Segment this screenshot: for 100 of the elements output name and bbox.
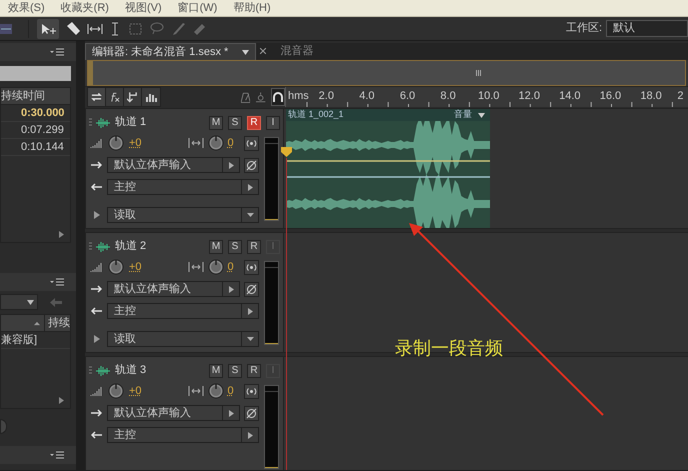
editor-tab[interactable]: 编辑器: 未命名混音 1.sesx * xyxy=(85,43,256,60)
knob[interactable] xyxy=(108,383,124,399)
caret-icon[interactable] xyxy=(228,410,235,416)
phase-invert-button[interactable] xyxy=(244,158,259,172)
caret-icon[interactable] xyxy=(228,286,235,292)
dropdown[interactable]: 读取 xyxy=(107,331,259,347)
knob[interactable] xyxy=(108,135,124,151)
editor-tab[interactable]: 混音器 xyxy=(274,43,320,60)
knob[interactable] xyxy=(208,135,224,151)
caret-icon[interactable] xyxy=(228,162,235,168)
caret-icon[interactable] xyxy=(247,212,254,218)
panel-menu-icon[interactable] xyxy=(50,278,64,286)
envelope-label[interactable]: 音量 xyxy=(454,108,472,122)
track-toggle-button[interactable]: R xyxy=(247,364,261,378)
pan-icon[interactable] xyxy=(188,262,204,272)
workspace-dropdown[interactable]: 默认 xyxy=(606,20,688,37)
playhead-marker-icon[interactable] xyxy=(281,147,292,157)
volume-value[interactable]: +0 xyxy=(129,134,142,152)
dropdown[interactable]: 读取 xyxy=(107,207,259,223)
dropdown[interactable]: 主控 xyxy=(107,303,259,319)
track-toggle-button[interactable]: M xyxy=(209,364,223,378)
output-arrow-icon[interactable] xyxy=(91,307,102,315)
volume-icon[interactable] xyxy=(90,386,104,396)
volume-icon[interactable] xyxy=(90,262,104,272)
dropdown-icon[interactable] xyxy=(478,112,485,118)
menu-item[interactable]: 视图(V) xyxy=(124,0,162,16)
menu-item[interactable]: 收藏夹(R) xyxy=(60,0,109,16)
scroll-right-icon[interactable] xyxy=(59,397,64,404)
pointer-icon[interactable] xyxy=(40,22,56,34)
menu-item[interactable]: 窗口(W) xyxy=(178,0,218,16)
caret-icon[interactable] xyxy=(247,336,254,342)
caret-icon[interactable] xyxy=(247,184,254,190)
dropdown-icon[interactable] xyxy=(242,50,250,54)
caret-icon[interactable] xyxy=(247,308,254,314)
pan-icon[interactable] xyxy=(188,138,204,148)
bars-icon[interactable] xyxy=(142,88,160,106)
track-name[interactable]: 轨道 2 xyxy=(115,238,146,255)
panel-menu-icon[interactable] xyxy=(50,451,64,459)
metronome-icon[interactable] xyxy=(241,90,250,104)
track-name[interactable]: 轨道 1 xyxy=(115,114,146,131)
track-toggle-button[interactable]: I xyxy=(266,116,280,130)
column-header[interactable]: 持续时间 xyxy=(1,88,70,105)
track-toggle-button[interactable]: R xyxy=(247,240,261,254)
scroll-right-icon[interactable] xyxy=(59,231,64,238)
track-toggle-button[interactable]: S xyxy=(228,240,242,254)
pan-value[interactable]: 0 xyxy=(228,134,234,152)
dropdown[interactable]: 默认立体声输入 xyxy=(107,157,240,173)
close-icon[interactable] xyxy=(260,48,266,54)
track-toggle-button[interactable]: S xyxy=(228,364,242,378)
phase-invert-button[interactable] xyxy=(244,282,259,296)
caret-icon[interactable] xyxy=(27,300,34,304)
volume-icon[interactable] xyxy=(90,138,104,148)
send-icon[interactable] xyxy=(124,88,142,106)
sort-ascending-icon[interactable] xyxy=(34,320,40,326)
track-toggle-button[interactable]: R xyxy=(247,116,261,130)
dropdown[interactable] xyxy=(0,294,38,310)
text-cursor-icon[interactable] xyxy=(111,22,119,36)
expand-icon[interactable] xyxy=(94,211,100,219)
monitor-input-button[interactable] xyxy=(244,136,259,150)
monitor-input-button[interactable] xyxy=(244,384,259,398)
dropdown[interactable]: 主控 xyxy=(107,427,259,443)
pan-icon[interactable] xyxy=(188,386,204,396)
table-cell[interactable]: 0:30.000 xyxy=(1,105,70,122)
move-tool-button[interactable] xyxy=(37,18,59,38)
expand-icon[interactable] xyxy=(94,335,100,343)
dropdown[interactable]: 默认立体声输入 xyxy=(107,281,240,297)
headphones-button[interactable] xyxy=(270,88,285,106)
monitor-input-button[interactable] xyxy=(244,260,259,274)
knob[interactable] xyxy=(208,259,224,275)
menu-item[interactable]: 效果(S) xyxy=(8,0,45,16)
volume-value[interactable]: +0 xyxy=(129,258,142,276)
track-toggle-button[interactable]: S xyxy=(228,116,242,130)
overview-handle[interactable] xyxy=(88,61,93,85)
panel-menu-icon[interactable] xyxy=(50,48,64,56)
input-arrow-icon[interactable] xyxy=(91,409,102,417)
caret-icon[interactable] xyxy=(247,432,254,438)
swap-arrows-icon[interactable] xyxy=(88,88,106,106)
search-field[interactable] xyxy=(0,66,71,81)
pan-value[interactable]: 0 xyxy=(228,258,234,276)
fx-icon[interactable] xyxy=(106,88,124,106)
audio-clip[interactable]: 轨道 1_002_1 音量 xyxy=(286,109,490,228)
output-arrow-icon[interactable] xyxy=(91,183,102,191)
track-toggle-button[interactable]: M xyxy=(209,116,223,130)
track-toggle-button[interactable]: M xyxy=(209,240,223,254)
table-cell[interactable]: 0:10.144 xyxy=(1,139,70,156)
knob[interactable] xyxy=(108,259,124,275)
phase-invert-button[interactable] xyxy=(244,406,259,420)
table-cell[interactable]: 0:07.299 xyxy=(1,122,70,139)
menu-item[interactable]: 帮助(H) xyxy=(233,0,271,16)
knob[interactable] xyxy=(208,383,224,399)
input-arrow-icon[interactable] xyxy=(91,285,102,293)
record-input-icon[interactable] xyxy=(256,90,266,104)
output-arrow-icon[interactable] xyxy=(91,431,102,439)
input-arrow-icon[interactable] xyxy=(91,161,102,169)
pan-value[interactable]: 0 xyxy=(228,382,234,400)
volume-value[interactable]: +0 xyxy=(129,382,142,400)
dropdown[interactable]: 主控 xyxy=(107,179,259,195)
dropdown[interactable]: 默认立体声输入 xyxy=(107,405,240,421)
track-name[interactable]: 轨道 3 xyxy=(115,362,146,379)
grip-icon[interactable] xyxy=(476,70,482,76)
